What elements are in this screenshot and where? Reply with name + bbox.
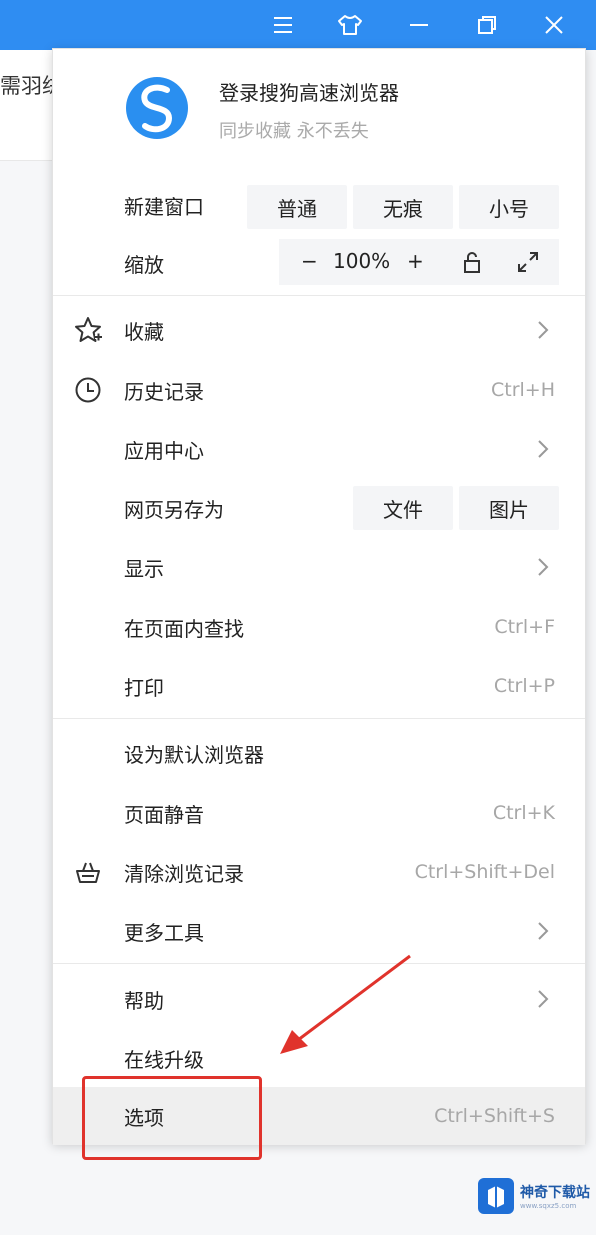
annotation-highlight-box [82, 1076, 262, 1160]
watermark-name: 神奇下载站 [520, 1185, 590, 1201]
sogou-logo-icon [126, 77, 188, 139]
shortcut-text: Ctrl+K [492, 802, 555, 824]
menu-item-label: 网页另存为 [124, 497, 224, 522]
zoom-in-button[interactable]: + [407, 249, 424, 273]
shortcut-text: Ctrl+H [490, 379, 555, 401]
menu-item-label: 帮助 [124, 988, 164, 1013]
zoom-out-button[interactable]: − [301, 249, 318, 273]
clock-icon [75, 377, 101, 403]
background-page-text: 需羽绒 [0, 74, 54, 98]
star-plus-icon [75, 317, 102, 342]
new-window-small-button[interactable]: 小号 [459, 185, 559, 229]
chevron-right-icon [538, 990, 549, 1008]
annotation-arrow-icon [280, 954, 411, 1054]
menu-item-save-page: 网页另存为 文件 图片 [53, 480, 585, 536]
menu-item-label: 打印 [124, 675, 164, 700]
new-window-incognito-button[interactable]: 无痕 [353, 185, 453, 229]
zoom-controls: − 100% + [279, 239, 559, 285]
save-as-image-button[interactable]: 图片 [459, 486, 559, 530]
menu-item-mute[interactable]: 页面静音 Ctrl+K [53, 785, 585, 841]
menu-item-label: 设为默认浏览器 [124, 742, 264, 767]
account-login[interactable]: 登录搜狗高速浏览器 同步收藏 永不丢失 [53, 49, 585, 169]
zoom-row: 缩放 − 100% + [53, 235, 585, 291]
skin-icon[interactable] [322, 0, 378, 50]
menu-item-label: 收藏 [124, 319, 164, 344]
shortcut-text: Ctrl+F [494, 616, 555, 638]
zoom-label: 缩放 [124, 252, 164, 277]
menu-item-label: 在线升级 [124, 1047, 204, 1072]
watermark-logo-icon [478, 1178, 514, 1214]
zoom-value: 100% [333, 249, 391, 273]
menu-item-label: 清除浏览记录 [124, 861, 244, 886]
shortcut-text: Ctrl+Shift+S [434, 1105, 555, 1127]
new-window-row: 新建窗口 普通 无痕 小号 [53, 177, 585, 233]
menu-item-label: 页面静音 [124, 802, 204, 827]
menu-item-label: 应用中心 [124, 438, 204, 463]
fullscreen-icon[interactable] [517, 251, 539, 273]
chevron-right-icon [538, 922, 549, 940]
unlock-icon[interactable] [463, 251, 481, 273]
menu-item-history[interactable]: 历史记录 Ctrl+H [53, 362, 585, 418]
menu-item-label: 显示 [124, 556, 164, 581]
login-subtitle: 同步收藏 永不丢失 [219, 121, 369, 142]
close-icon[interactable] [526, 0, 582, 50]
menu-item-print[interactable]: 打印 Ctrl+P [53, 658, 585, 714]
menu-item-display[interactable]: 显示 [53, 539, 585, 595]
watermark-url: www.sqxz5.com [520, 1202, 577, 1210]
menu-item-bookmarks[interactable]: 收藏 [53, 302, 585, 358]
menu-item-set-default[interactable]: 设为默认浏览器 [53, 725, 585, 781]
menu-item-label: 更多工具 [124, 920, 204, 945]
menu-item-app-center[interactable]: 应用中心 [53, 421, 585, 477]
shortcut-text: Ctrl+P [493, 675, 555, 697]
menu-icon[interactable] [255, 0, 311, 50]
minimize-icon[interactable] [391, 0, 447, 50]
browser-titlebar [0, 0, 596, 50]
login-title[interactable]: 登录搜狗高速浏览器 [219, 77, 399, 106]
menu-item-find[interactable]: 在页面内查找 Ctrl+F [53, 599, 585, 655]
new-window-normal-button[interactable]: 普通 [247, 185, 347, 229]
background-page [0, 50, 60, 161]
divider [53, 295, 585, 296]
menu-item-clear-history[interactable]: 清除浏览记录 Ctrl+Shift+Del [53, 844, 585, 900]
chevron-right-icon [538, 558, 549, 576]
chevron-right-icon [538, 321, 549, 339]
menu-item-label: 历史记录 [124, 379, 204, 404]
menu-item-label: 在页面内查找 [124, 616, 244, 641]
broom-basket-icon [76, 862, 100, 883]
new-window-label: 新建窗口 [124, 194, 204, 219]
divider [53, 718, 585, 719]
shortcut-text: Ctrl+Shift+Del [414, 861, 555, 883]
restore-icon[interactable] [459, 0, 515, 50]
save-as-file-button[interactable]: 文件 [353, 486, 453, 530]
chevron-right-icon [538, 440, 549, 458]
